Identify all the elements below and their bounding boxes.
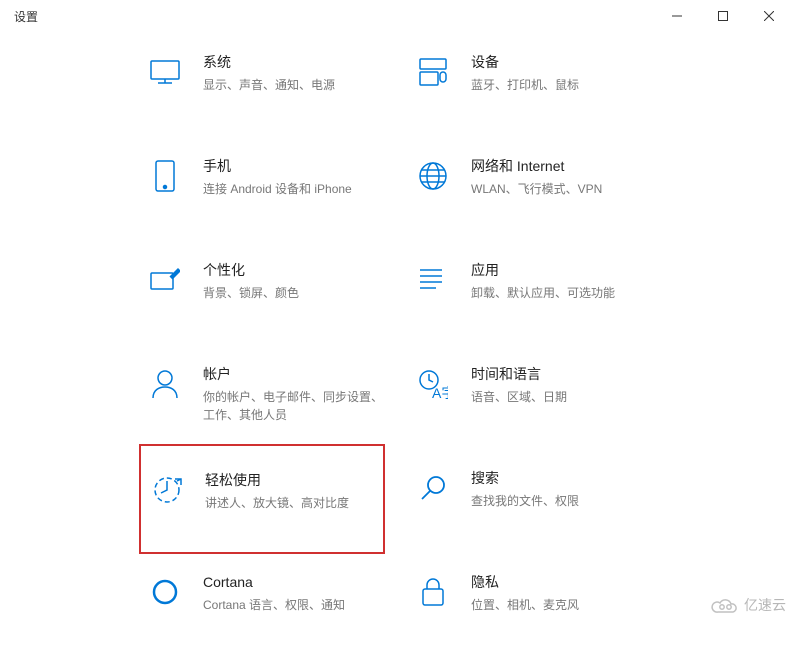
accounts-icon [145, 364, 185, 404]
watermark: 亿速云 [710, 595, 786, 615]
tile-subtitle: 位置、相机、麦克风 [471, 596, 579, 614]
tile-title: 隐私 [471, 572, 579, 592]
tile-accounts[interactable]: 帐户 你的帐户、电子邮件、同步设置、工作、其他人员 [145, 346, 413, 450]
tile-subtitle: 查找我的文件、权限 [471, 492, 579, 510]
tile-personalization[interactable]: 个性化 背景、锁屏、颜色 [145, 242, 413, 346]
tile-devices[interactable]: 设备 蓝牙、打印机、鼠标 [413, 34, 681, 138]
maximize-button[interactable] [700, 0, 746, 32]
close-button[interactable] [746, 0, 792, 32]
tile-subtitle: Cortana 语言、权限、通知 [203, 596, 345, 614]
maximize-icon [718, 11, 728, 21]
devices-icon [413, 52, 453, 92]
tile-title: 应用 [471, 260, 615, 280]
ease-of-access-icon [147, 470, 187, 510]
tile-network[interactable]: 网络和 Internet WLAN、飞行模式、VPN [413, 138, 681, 242]
apps-icon [413, 260, 453, 300]
tile-title: 搜索 [471, 468, 579, 488]
tile-apps[interactable]: 应用 卸载、默认应用、可选功能 [413, 242, 681, 346]
tile-title: 系统 [203, 52, 335, 72]
tile-cortana[interactable]: Cortana Cortana 语言、权限、通知 [145, 554, 413, 658]
tile-subtitle: 语音、区域、日期 [471, 388, 567, 406]
minimize-icon [672, 11, 682, 21]
watermark-text: 亿速云 [744, 595, 786, 615]
tile-phone[interactable]: 手机 连接 Android 设备和 iPhone [145, 138, 413, 242]
tile-title: 设备 [471, 52, 579, 72]
tile-title: 时间和语言 [471, 364, 567, 384]
tile-ease-of-access[interactable]: 轻松使用 讲述人、放大镜、高对比度 [139, 444, 385, 554]
phone-icon [145, 156, 185, 196]
settings-grid: 系统 显示、声音、通知、电源 设备 蓝牙、打印机、鼠标 手机 连接 Androi… [0, 32, 792, 658]
minimize-button[interactable] [654, 0, 700, 32]
tile-subtitle: 讲述人、放大镜、高对比度 [205, 494, 349, 512]
tile-system[interactable]: 系统 显示、声音、通知、电源 [145, 34, 413, 138]
tile-time-language[interactable]: A字 时间和语言 语音、区域、日期 [413, 346, 681, 450]
tile-title: 轻松使用 [205, 470, 349, 490]
close-icon [764, 11, 774, 21]
system-icon [145, 52, 185, 92]
search-icon [413, 468, 453, 508]
personalization-icon [145, 260, 185, 300]
tile-subtitle: 你的帐户、电子邮件、同步设置、工作、其他人员 [203, 388, 383, 424]
tile-privacy[interactable]: 隐私 位置、相机、麦克风 [413, 554, 681, 658]
privacy-icon [413, 572, 453, 612]
tile-title: 手机 [203, 156, 352, 176]
globe-icon [413, 156, 453, 196]
titlebar: 设置 [0, 0, 792, 32]
time-language-icon: A字 [413, 364, 453, 404]
tile-title: 个性化 [203, 260, 299, 280]
cortana-icon [145, 572, 185, 612]
tile-subtitle: WLAN、飞行模式、VPN [471, 180, 602, 198]
tile-subtitle: 卸载、默认应用、可选功能 [471, 284, 615, 302]
tile-title: Cortana [203, 572, 345, 592]
window-controls [654, 0, 792, 32]
window-title: 设置 [14, 8, 38, 25]
tile-subtitle: 背景、锁屏、颜色 [203, 284, 299, 302]
tile-subtitle: 蓝牙、打印机、鼠标 [471, 76, 579, 94]
cloud-icon [710, 596, 740, 614]
tile-title: 帐户 [203, 364, 383, 384]
tile-title: 网络和 Internet [471, 156, 602, 176]
svg-text:A字: A字 [432, 385, 448, 399]
tile-search[interactable]: 搜索 查找我的文件、权限 [413, 450, 681, 554]
tile-subtitle: 连接 Android 设备和 iPhone [203, 180, 352, 198]
tile-subtitle: 显示、声音、通知、电源 [203, 76, 335, 94]
